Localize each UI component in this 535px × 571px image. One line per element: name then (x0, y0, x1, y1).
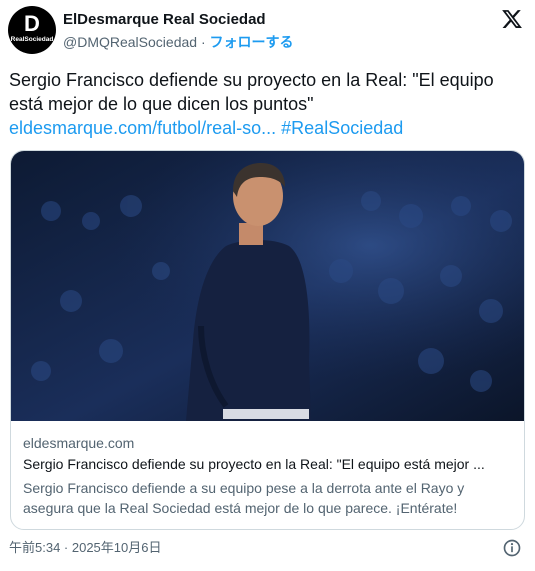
handle-row: @DMQRealSociedad · フォローする (63, 32, 294, 52)
avatar[interactable]: D RealSociedad (8, 6, 56, 54)
hashtag-link[interactable]: #RealSociedad (281, 118, 403, 138)
tweet-link[interactable]: eldesmarque.com/futbol/real-so... (9, 118, 276, 138)
tweet: D RealSociedad ElDesmarque Real Sociedad… (0, 0, 535, 571)
card-domain: eldesmarque.com (23, 435, 135, 451)
card-meta: eldesmarque.com Sergio Francisco defiend… (11, 421, 524, 518)
separator-dot: · (200, 34, 206, 50)
x-logo-icon[interactable] (501, 8, 523, 30)
card-description: Sergio Francisco defiende a su equipo pe… (23, 480, 465, 516)
card-title: Sergio Francisco defiende su proyecto en… (23, 456, 485, 472)
author-name[interactable]: ElDesmarque Real Sociedad (63, 10, 266, 30)
tweet-text-block: Sergio Francisco defiende su proyecto en… (9, 68, 519, 140)
link-card[interactable]: eldesmarque.com Sergio Francisco defiend… (10, 150, 525, 530)
avatar-logo-text: RealSociedad (10, 36, 54, 43)
avatar-logo-letter: D (24, 11, 40, 36)
author-handle[interactable]: @DMQRealSociedad (63, 34, 197, 50)
follow-button[interactable]: フォローする (210, 34, 294, 50)
timestamp[interactable]: 午前5:34 · 2025年10月6日 (9, 539, 161, 557)
card-photo (11, 151, 524, 421)
info-icon[interactable] (502, 538, 522, 558)
tweet-text: Sergio Francisco defiende su proyecto en… (9, 70, 494, 114)
